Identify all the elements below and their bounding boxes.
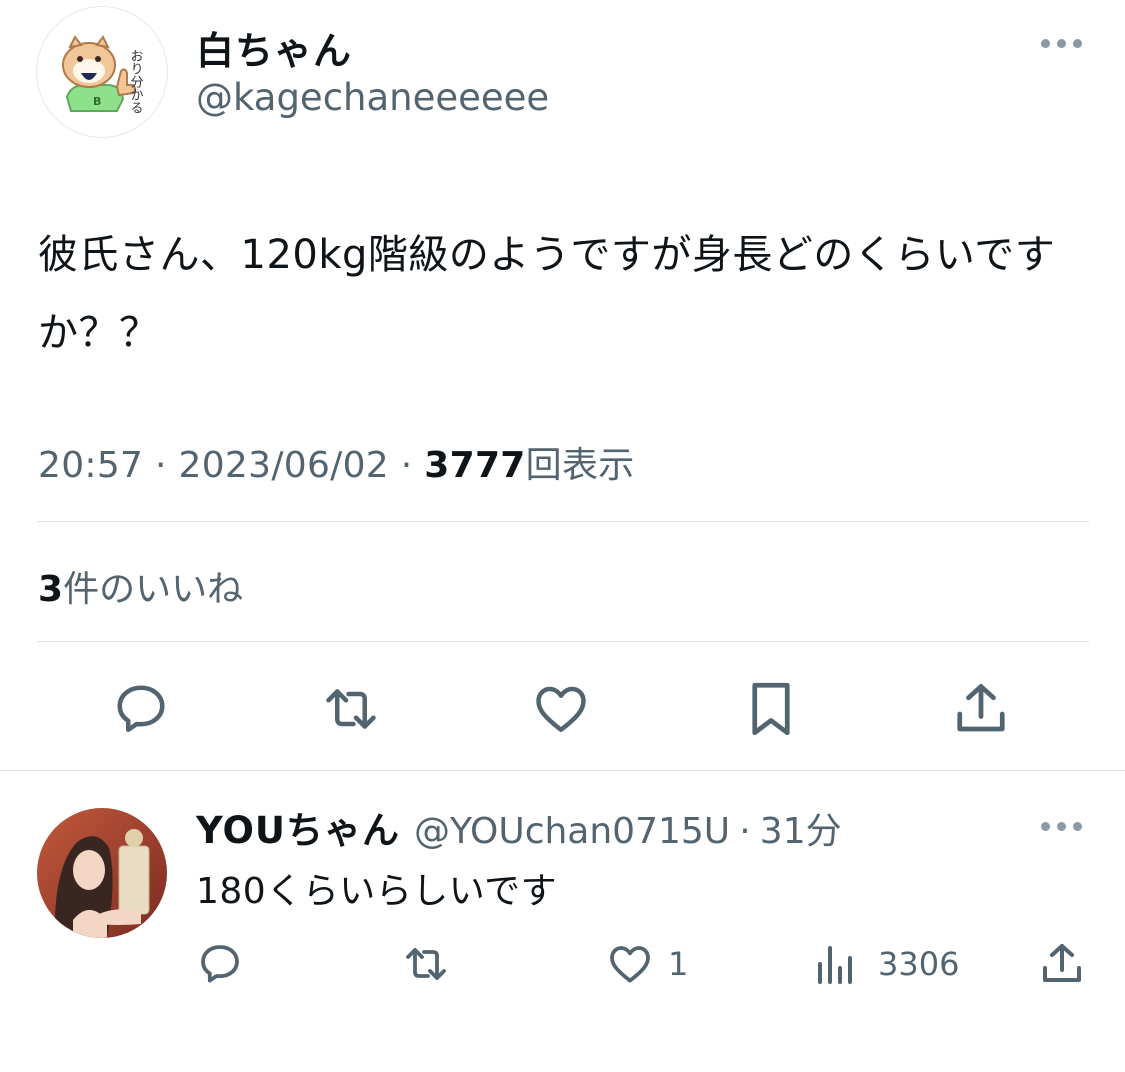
- divider: [0, 770, 1125, 771]
- avatar-illustration: B おり分かる: [37, 7, 167, 137]
- heart-icon: [536, 686, 586, 732]
- tweet-date[interactable]: 2023/06/02: [179, 445, 390, 486]
- reply-share-button[interactable]: [1038, 940, 1086, 988]
- reply-text: 180くらいらしいです: [196, 871, 558, 912]
- reply-time[interactable]: 31分: [760, 811, 842, 852]
- views-label: 回表示: [525, 445, 635, 486]
- reply-more-options-icon[interactable]: [1041, 819, 1085, 833]
- reply-author-name[interactable]: YOUちゃん: [196, 809, 400, 852]
- author-handle[interactable]: @kagechaneeeeee: [196, 76, 549, 119]
- divider: [37, 641, 1089, 642]
- retweet-icon: [406, 948, 446, 980]
- reply-like-count: 1: [668, 945, 689, 983]
- heart-icon: [610, 946, 650, 983]
- retweet-icon: [326, 689, 376, 729]
- reply-view-count: 3306: [878, 945, 960, 983]
- tweet-text: 彼氏さん、120kg階級のようですが身長どのくらいですか？？: [38, 232, 1056, 356]
- bookmark-icon: [752, 682, 790, 736]
- reply-author-handle[interactable]: @YOUchan0715U: [414, 811, 730, 852]
- share-icon: [957, 684, 1005, 732]
- views-count: 3777: [424, 445, 526, 486]
- shirt-letter: B: [93, 95, 101, 108]
- likes-label: 件のいいね: [63, 569, 244, 610]
- reply-like-button[interactable]: 1: [606, 940, 688, 988]
- meta-separator: ·: [155, 445, 167, 486]
- avatar-photo: [37, 808, 167, 938]
- reply-button[interactable]: [110, 678, 172, 740]
- divider: [37, 521, 1089, 522]
- more-options-icon[interactable]: [1041, 36, 1085, 50]
- meta-separator: ·: [400, 445, 413, 486]
- bookmark-button[interactable]: [740, 678, 802, 740]
- reply-views-button[interactable]: 3306: [812, 940, 959, 988]
- avatar-caption: おり分かる: [128, 49, 144, 114]
- share-button[interactable]: [950, 678, 1012, 740]
- reply-reply-button[interactable]: [196, 940, 244, 988]
- reply-separator: ·: [739, 811, 751, 852]
- like-button[interactable]: [530, 678, 592, 740]
- tweet-meta: 20:57 · 2023/06/02 · 3777回表示: [38, 436, 635, 488]
- reply-icon: [117, 685, 165, 732]
- author-avatar[interactable]: B おり分かる: [37, 7, 167, 137]
- author-name[interactable]: 白ちゃん: [196, 20, 352, 75]
- retweet-button[interactable]: [318, 678, 384, 740]
- likes-count: 3: [38, 569, 64, 610]
- tweet-time[interactable]: 20:57: [38, 445, 143, 486]
- views-chart-icon: [818, 946, 852, 984]
- reply-author-avatar[interactable]: [37, 808, 167, 938]
- likes-summary[interactable]: 3件のいいね: [38, 560, 243, 612]
- share-icon: [1043, 944, 1081, 982]
- reply-header: YOUちゃん @YOUchan0715U · 31分: [196, 800, 842, 854]
- reply-icon: [201, 945, 239, 983]
- reply-retweet-button[interactable]: [400, 940, 452, 988]
